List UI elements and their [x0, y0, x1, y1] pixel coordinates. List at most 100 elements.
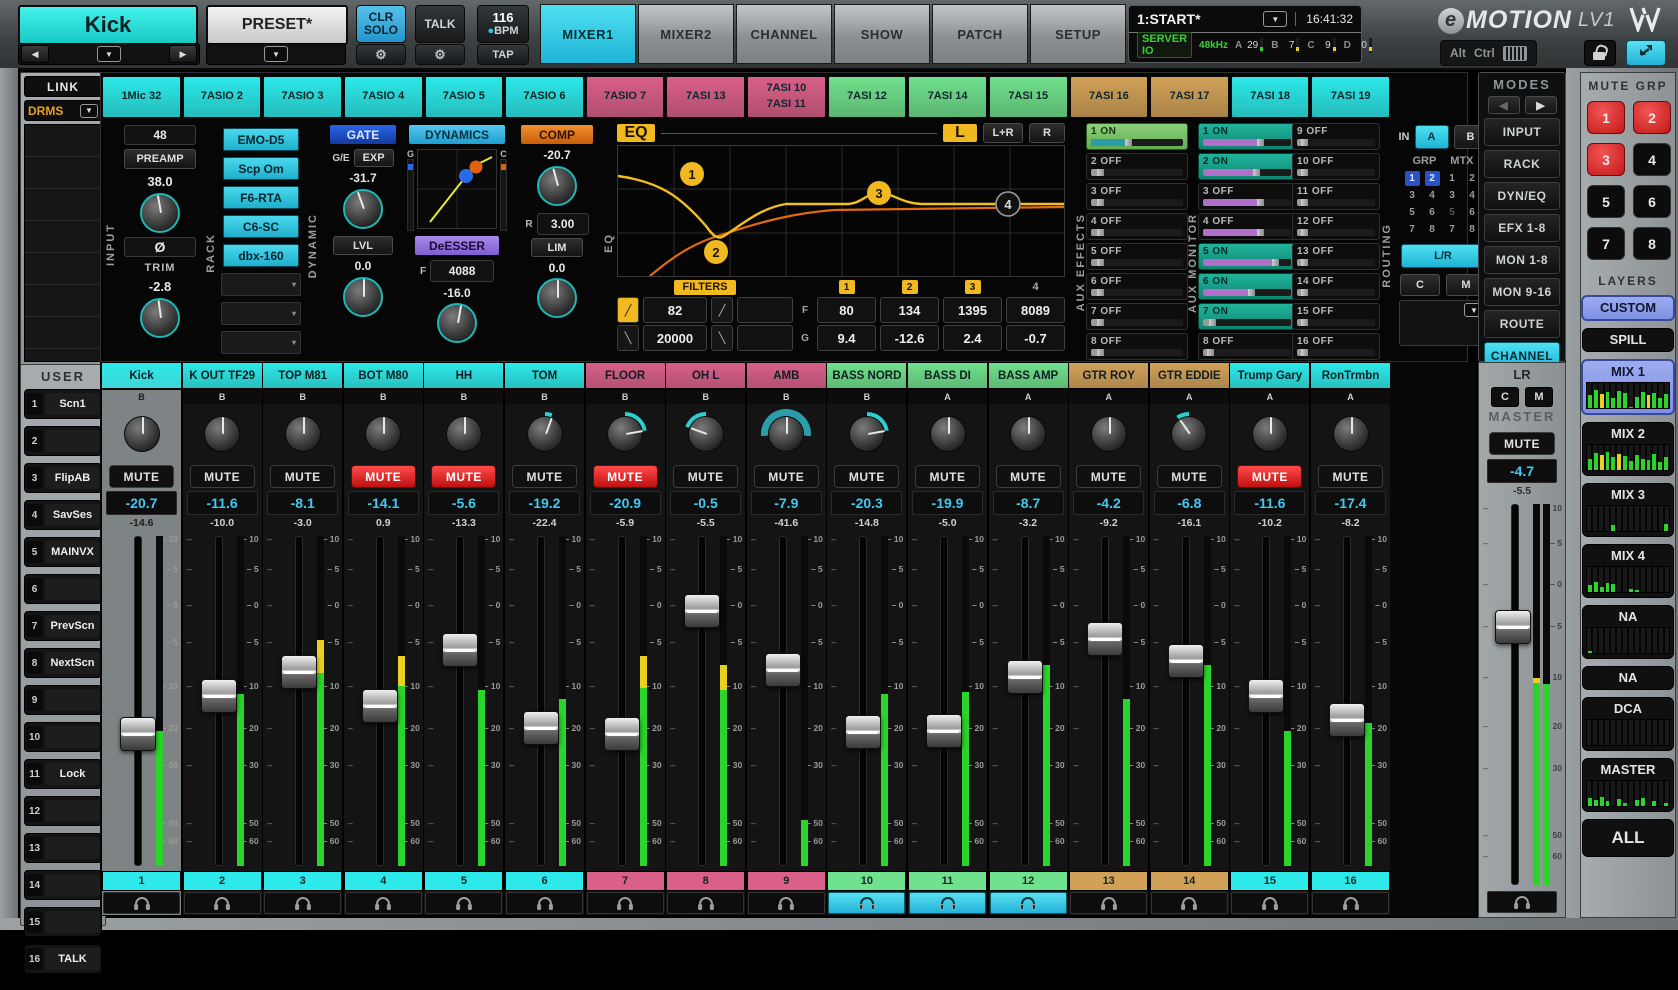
channel-fader-value[interactable]: -19.2	[509, 491, 580, 515]
channel-fader-value[interactable]: -17.4	[1315, 491, 1386, 515]
channel-fader-value[interactable]: -19.9	[912, 491, 983, 515]
channel-fader[interactable]: –– 10–– 5–– 0–– 5–– 10–– 20–– 30–– 50–– …	[991, 532, 1066, 870]
channel-name[interactable]: TOM	[505, 363, 584, 390]
channel-mute-button[interactable]: MUTE	[673, 465, 738, 488]
aux-send-14-off[interactable]: 14 OFF	[1292, 273, 1380, 300]
talk-settings-button[interactable]: ⚙	[415, 44, 465, 65]
grp-2[interactable]: 2	[1425, 171, 1440, 186]
routing-extra-slot[interactable]: ▼	[1399, 300, 1487, 346]
user-button-6[interactable]: 6	[24, 574, 102, 604]
input-patch-label[interactable]: 1Mic 32	[102, 76, 181, 118]
rack-slot-c6-sc[interactable]: C6-SC	[223, 215, 299, 238]
aux-send-6-on[interactable]: 6 ON	[1198, 273, 1296, 300]
channel-name[interactable]: HH	[424, 363, 503, 390]
layer-na[interactable]: NA	[1582, 666, 1674, 690]
input-patch-label[interactable]: 7ASIO 3	[263, 76, 342, 118]
aux-send-slider[interactable]	[1297, 139, 1375, 146]
link-group-select[interactable]: DRMS ▼	[24, 100, 102, 121]
fader-cap[interactable]	[845, 715, 881, 749]
channel-fader[interactable]: –– 10–– 5–– 0–– 5–– 10–– 20–– 30–– 50–– …	[910, 532, 985, 870]
input-patch-label[interactable]: 7ASI 16	[1070, 76, 1149, 118]
aux-send-2-off[interactable]: 2 OFF	[1086, 153, 1188, 180]
channel-cue-button[interactable]	[990, 892, 1067, 914]
channel-mute-button[interactable]: MUTE	[351, 465, 416, 488]
channel-mute-button[interactable]: MUTE	[1076, 465, 1141, 488]
lpf-slope-icon[interactable]: ╱	[617, 325, 639, 351]
channel-fader[interactable]: –– 10–– 5–– 0–– 5–– 10–– 20–– 30–– 50–– …	[1232, 532, 1307, 870]
channel-name[interactable]: BOT M80	[344, 363, 423, 390]
fader-cap[interactable]	[604, 717, 640, 751]
aux-send-7-off[interactable]: 7 OFF	[1086, 303, 1188, 330]
next-channel-button[interactable]: ▶	[169, 45, 197, 63]
channel-cue-button[interactable]	[587, 892, 664, 914]
tab-setup[interactable]: SETUP	[1030, 4, 1126, 64]
channel-name[interactable]: BASS DI	[908, 363, 987, 390]
aux-send-slider[interactable]	[1203, 169, 1291, 176]
preamp-button[interactable]: PREAMP	[124, 149, 196, 169]
pan-knob[interactable]	[1171, 416, 1207, 452]
aux-send-slider[interactable]	[1091, 199, 1183, 206]
preset-display[interactable]: PRESET*	[206, 5, 348, 45]
user-button-7[interactable]: 7PrevScn	[24, 611, 102, 641]
mute-group-6[interactable]: 6	[1633, 185, 1671, 218]
channel-name[interactable]: Trump Gary	[1230, 363, 1309, 390]
grp-5[interactable]: 5	[1405, 205, 1420, 220]
channel-fader[interactable]: –– 10–– 5–– 0–– 5–– 10–– 20–– 30–– 50–– …	[668, 532, 743, 870]
deesser-range-knob[interactable]	[437, 303, 477, 343]
eq-curve-graph[interactable]: 1 2 3 4	[617, 145, 1065, 277]
channel-fader-value[interactable]: -20.7	[106, 491, 177, 515]
channel-fader[interactable]: –– 10–– 5–– 0–– 5–– 10–– 20–– 30–– 50–– …	[1071, 532, 1146, 870]
filter2-slope-icon[interactable]: ╱	[711, 297, 733, 323]
channel-mute-button[interactable]: MUTE	[270, 465, 335, 488]
channel-mute-button[interactable]: MUTE	[996, 465, 1061, 488]
mtx-7[interactable]: 7	[1445, 222, 1460, 237]
fader-cap[interactable]	[362, 689, 398, 723]
aux-send-slider[interactable]	[1091, 169, 1183, 176]
rack-slot-scp om[interactable]: Scp Om	[223, 157, 299, 180]
phase-button[interactable]: Ø	[124, 237, 196, 257]
channel-cue-button[interactable]	[103, 892, 180, 914]
eq-band1-tag[interactable]: 1	[839, 280, 855, 294]
aux-send-slider[interactable]	[1091, 289, 1183, 296]
channel-cue-button[interactable]	[264, 892, 341, 914]
prev-channel-button[interactable]: ◀	[21, 45, 49, 63]
fader-cap[interactable]	[926, 714, 962, 748]
pan-knob[interactable]	[688, 416, 724, 452]
channel-fader[interactable]: –– 10–– 5–– 0–– 5–– 10–– 20–– 30–– 50–– …	[749, 532, 824, 870]
deesser-freq-value[interactable]: 4088	[430, 260, 494, 282]
channel-name[interactable]: GTR ROY	[1069, 363, 1148, 390]
trim-knob[interactable]	[140, 298, 180, 338]
rack-slot-empty[interactable]: ▾	[221, 331, 301, 354]
mute-group-5[interactable]: 5	[1587, 185, 1625, 218]
limiter-button[interactable]: LIM	[531, 238, 583, 257]
bpm-display[interactable]: 116 ●BPM	[477, 5, 529, 43]
user-button-15[interactable]: 15	[24, 907, 102, 937]
lock-button[interactable]	[1584, 40, 1616, 66]
modes-next-button[interactable]: ▶	[1525, 96, 1557, 114]
mode-rack[interactable]: RACK	[1484, 150, 1560, 178]
layer-mix-4[interactable]: MIX 4	[1582, 544, 1674, 598]
aux-send-slider[interactable]	[1091, 139, 1183, 146]
mute-group-3[interactable]: 3	[1587, 143, 1625, 176]
channel-mute-button[interactable]: MUTE	[754, 465, 819, 488]
band4-gain[interactable]: -0.7	[1006, 325, 1065, 351]
mode-route[interactable]: ROUTE	[1484, 310, 1560, 338]
channel-fader[interactable]: –– 10–– 5–– 0–– 5–– 10–– 20–– 30–– 50–– …	[426, 532, 501, 870]
fader-cap[interactable]	[1248, 679, 1284, 713]
channel-name[interactable]: OH L	[666, 363, 745, 390]
band1-gain[interactable]: 9.4	[817, 325, 876, 351]
fader-cap[interactable]	[1168, 644, 1204, 678]
aux-send-4-off[interactable]: 4 OFF	[1198, 213, 1296, 240]
link-group-list[interactable]	[24, 124, 102, 362]
pan-knob[interactable]	[527, 416, 563, 452]
aux-send-7-on[interactable]: 7 ON	[1198, 303, 1296, 330]
tap-tempo-button[interactable]: TAP	[477, 44, 529, 65]
mute-group-2[interactable]: 2	[1633, 101, 1671, 134]
gate-header-button[interactable]: GATE	[330, 125, 396, 144]
input-patch-label[interactable]: 7ASI 13	[666, 76, 745, 118]
aux-send-8-off[interactable]: 8 OFF	[1086, 333, 1188, 360]
exp-mode-button[interactable]: EXP	[354, 149, 394, 167]
fader-cap[interactable]	[1329, 703, 1365, 737]
window-resize-button[interactable]	[1626, 40, 1666, 66]
aux-send-16-off[interactable]: 16 OFF	[1292, 333, 1380, 360]
